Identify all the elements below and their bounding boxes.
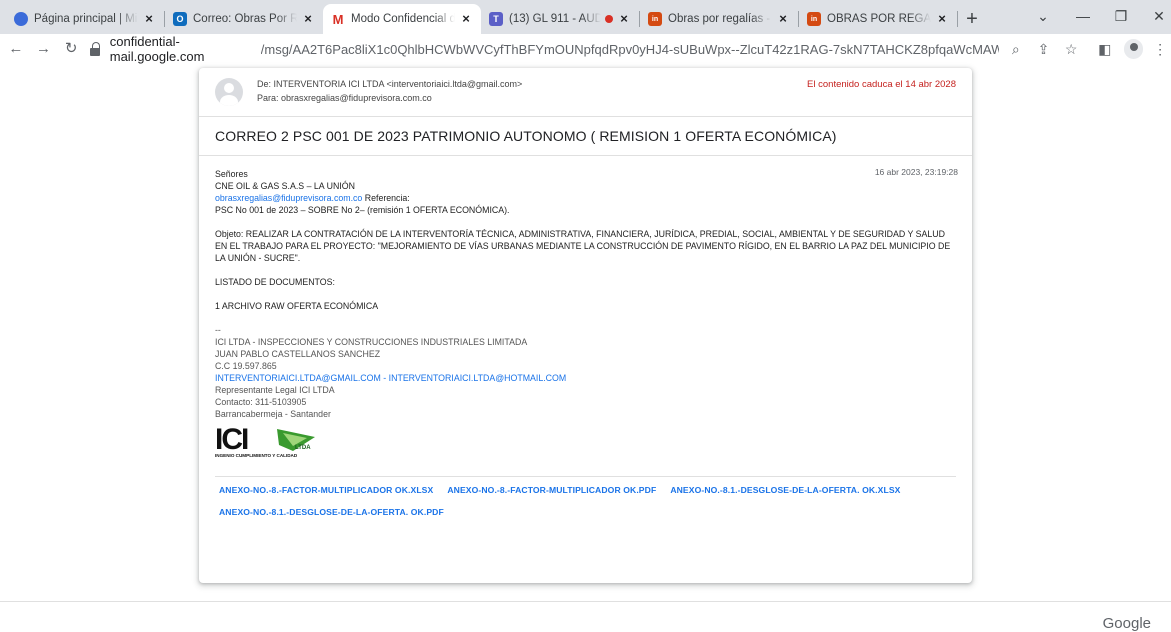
signature-id: C.C 19.597.865	[215, 361, 277, 371]
message-header: De: INTERVENTORIA ICI LTDA <interventori…	[199, 68, 972, 116]
expiry-notice: El contenido caduca el 14 abr 2028	[807, 79, 956, 90]
attachment-link[interactable]: ANEXO-NO.-8.-FACTOR-MULTIPLICADOR OK.PDF	[447, 485, 656, 495]
attachment-link[interactable]: ANEXO-NO.-8.1.-DESGLOSE-DE-LA-OFERTA. OK…	[670, 485, 900, 495]
new-tab-button[interactable]: +	[958, 4, 986, 34]
recipient-company: CNE OIL & GAS S.A.S – LA UNIÓN	[215, 181, 355, 191]
page-content: De: INTERVENTORIA ICI LTDA <interventori…	[0, 64, 1171, 632]
tab-strip: Página principal | Micr × O Correo: Obra…	[0, 0, 1171, 34]
zoom-icon[interactable]: ⌕	[1005, 38, 1027, 60]
teams-icon: T	[489, 12, 503, 26]
tab-title: Modo Confidencial de	[351, 13, 455, 25]
close-window-button[interactable]: ✕	[1144, 4, 1171, 28]
gmail-icon: M	[332, 11, 344, 27]
tab-search-icon[interactable]: ⌄	[1028, 4, 1058, 28]
sender-avatar-icon	[215, 78, 243, 106]
signature-company: ICI LTDA - INSPECCIONES Y CONSTRUCCIONES…	[215, 337, 528, 347]
profile-avatar-icon[interactable]	[1123, 39, 1144, 59]
tab-title: (13) GL 911 - AUD	[509, 13, 601, 25]
attachment-link[interactable]: ANEXO-NO.-8.-FACTOR-MULTIPLICADOR OK.XLS…	[219, 485, 433, 495]
reference-label: Referencia:	[362, 193, 410, 203]
tab-title: Correo: Obras Por Reg	[193, 13, 297, 25]
recording-icon	[605, 15, 613, 23]
url-path: /msg/AA2T6Pac8liX1c0QhlbHCWbWVCyfThBFYmO…	[260, 41, 999, 57]
archivo-line: 1 ARCHIVO RAW OFERTA ECONÓMICA	[215, 301, 379, 311]
ici-ltda-logo: ICI LTDA INGENIO CUMPLIMIENTO Y CALIDAD	[215, 423, 315, 458]
signature-emails-link[interactable]: INTERVENTORIAICI.LTDA@GMAIL.COM - INTERV…	[215, 372, 956, 384]
close-icon[interactable]: ×	[142, 12, 156, 26]
signature-dash: --	[215, 325, 221, 335]
app-icon: in	[807, 12, 821, 26]
google-brand: Google	[1102, 615, 1151, 632]
share-icon[interactable]: ⇪	[1033, 38, 1055, 60]
browser-toolbar: ← → ↻ confidential-mail.google.com /msg/…	[0, 34, 1171, 64]
bookmark-star-icon[interactable]: ☆	[1060, 38, 1082, 60]
back-arrow-icon[interactable]: ←	[4, 37, 28, 61]
tab-obras-regalias[interactable]: in Obras por regalías - F ×	[640, 4, 798, 34]
tab-teams[interactable]: T (13) GL 911 - AUD ×	[481, 4, 639, 34]
recipient-email-link[interactable]: obrasxregalias@fiduprevisora.com.co	[215, 193, 362, 203]
lock-icon	[89, 42, 102, 56]
restore-button[interactable]: ❐	[1106, 4, 1136, 28]
microsoft-icon	[14, 12, 28, 26]
listado-heading: LISTADO DE DOCUMENTOS:	[215, 277, 335, 287]
logo-text: ICI	[215, 423, 248, 456]
minimize-button[interactable]: —	[1068, 4, 1098, 28]
greeting: Señores	[215, 169, 248, 179]
side-panel-icon[interactable]: ◧	[1094, 38, 1116, 60]
tab-modo-confidencial[interactable]: M Modo Confidencial de ×	[323, 4, 481, 34]
close-icon[interactable]: ×	[301, 12, 315, 26]
attachments-list: ANEXO-NO.-8.-FACTOR-MULTIPLICADOR OK.XLS…	[199, 477, 972, 517]
close-icon[interactable]: ×	[935, 12, 949, 26]
tab-title: OBRAS POR REGALÍAS	[827, 13, 931, 25]
tab-obras-regalias-2[interactable]: in OBRAS POR REGALÍAS ×	[799, 4, 957, 34]
url-domain: confidential-mail.google.com	[109, 34, 205, 64]
tab-title: Página principal | Micr	[34, 13, 138, 25]
to-line: Para: obrasxregalias@fiduprevisora.com.c…	[257, 93, 432, 103]
from-line: De: INTERVENTORIA ICI LTDA <interventori…	[257, 79, 523, 89]
signature-role: Representante Legal ICI LTDA	[215, 385, 335, 395]
close-icon[interactable]: ×	[617, 12, 631, 26]
reference-detail: PSC No 001 de 2023 – SOBRE No 2– (remisi…	[215, 205, 510, 215]
menu-kebab-icon[interactable]: ⋮	[1149, 38, 1171, 60]
tab-title: Obras por regalías - F	[668, 13, 772, 25]
objeto-paragraph: Objeto: REALIZAR LA CONTRATACIÓN DE LA I…	[215, 229, 951, 263]
app-icon: in	[648, 12, 662, 26]
address-bar[interactable]: confidential-mail.google.com /msg/AA2T6P…	[89, 34, 999, 64]
footer-divider	[0, 601, 1171, 602]
signature-name: JUAN PABLO CASTELLANOS SANCHEZ	[215, 349, 381, 359]
tab-correo[interactable]: O Correo: Obras Por Reg ×	[165, 4, 323, 34]
logo-sub: LTDA	[295, 445, 311, 451]
reload-icon[interactable]: ↻	[59, 37, 83, 61]
logo-tagline: INGENIO CUMPLIMIENTO Y CALIDAD	[215, 453, 298, 458]
signature-city: Barrancabermeja - Santander	[215, 409, 331, 419]
close-icon[interactable]: ×	[776, 12, 790, 26]
message-body: 16 abr 2023, 23:19:28 Señores CNE OIL & …	[199, 156, 972, 462]
close-icon[interactable]: ×	[459, 12, 473, 26]
reference-line: obrasxregalias@fiduprevisora.com.co Refe…	[215, 192, 956, 204]
outlook-icon: O	[173, 12, 187, 26]
attachment-link[interactable]: ANEXO-NO.-8.1.-DESGLOSE-DE-LA-OFERTA. OK…	[219, 507, 444, 517]
signature-contact: Contacto: 311-5103905	[215, 397, 307, 407]
subject-line: CORREO 2 PSC 001 DE 2023 PATRIMONIO AUTO…	[215, 128, 837, 144]
message-date: 16 abr 2023, 23:19:28	[874, 167, 958, 177]
tab-pagina-principal[interactable]: Página principal | Micr ×	[6, 4, 164, 34]
confidential-message-card: De: INTERVENTORIA ICI LTDA <interventori…	[199, 68, 972, 583]
forward-arrow-icon[interactable]: →	[32, 37, 56, 61]
